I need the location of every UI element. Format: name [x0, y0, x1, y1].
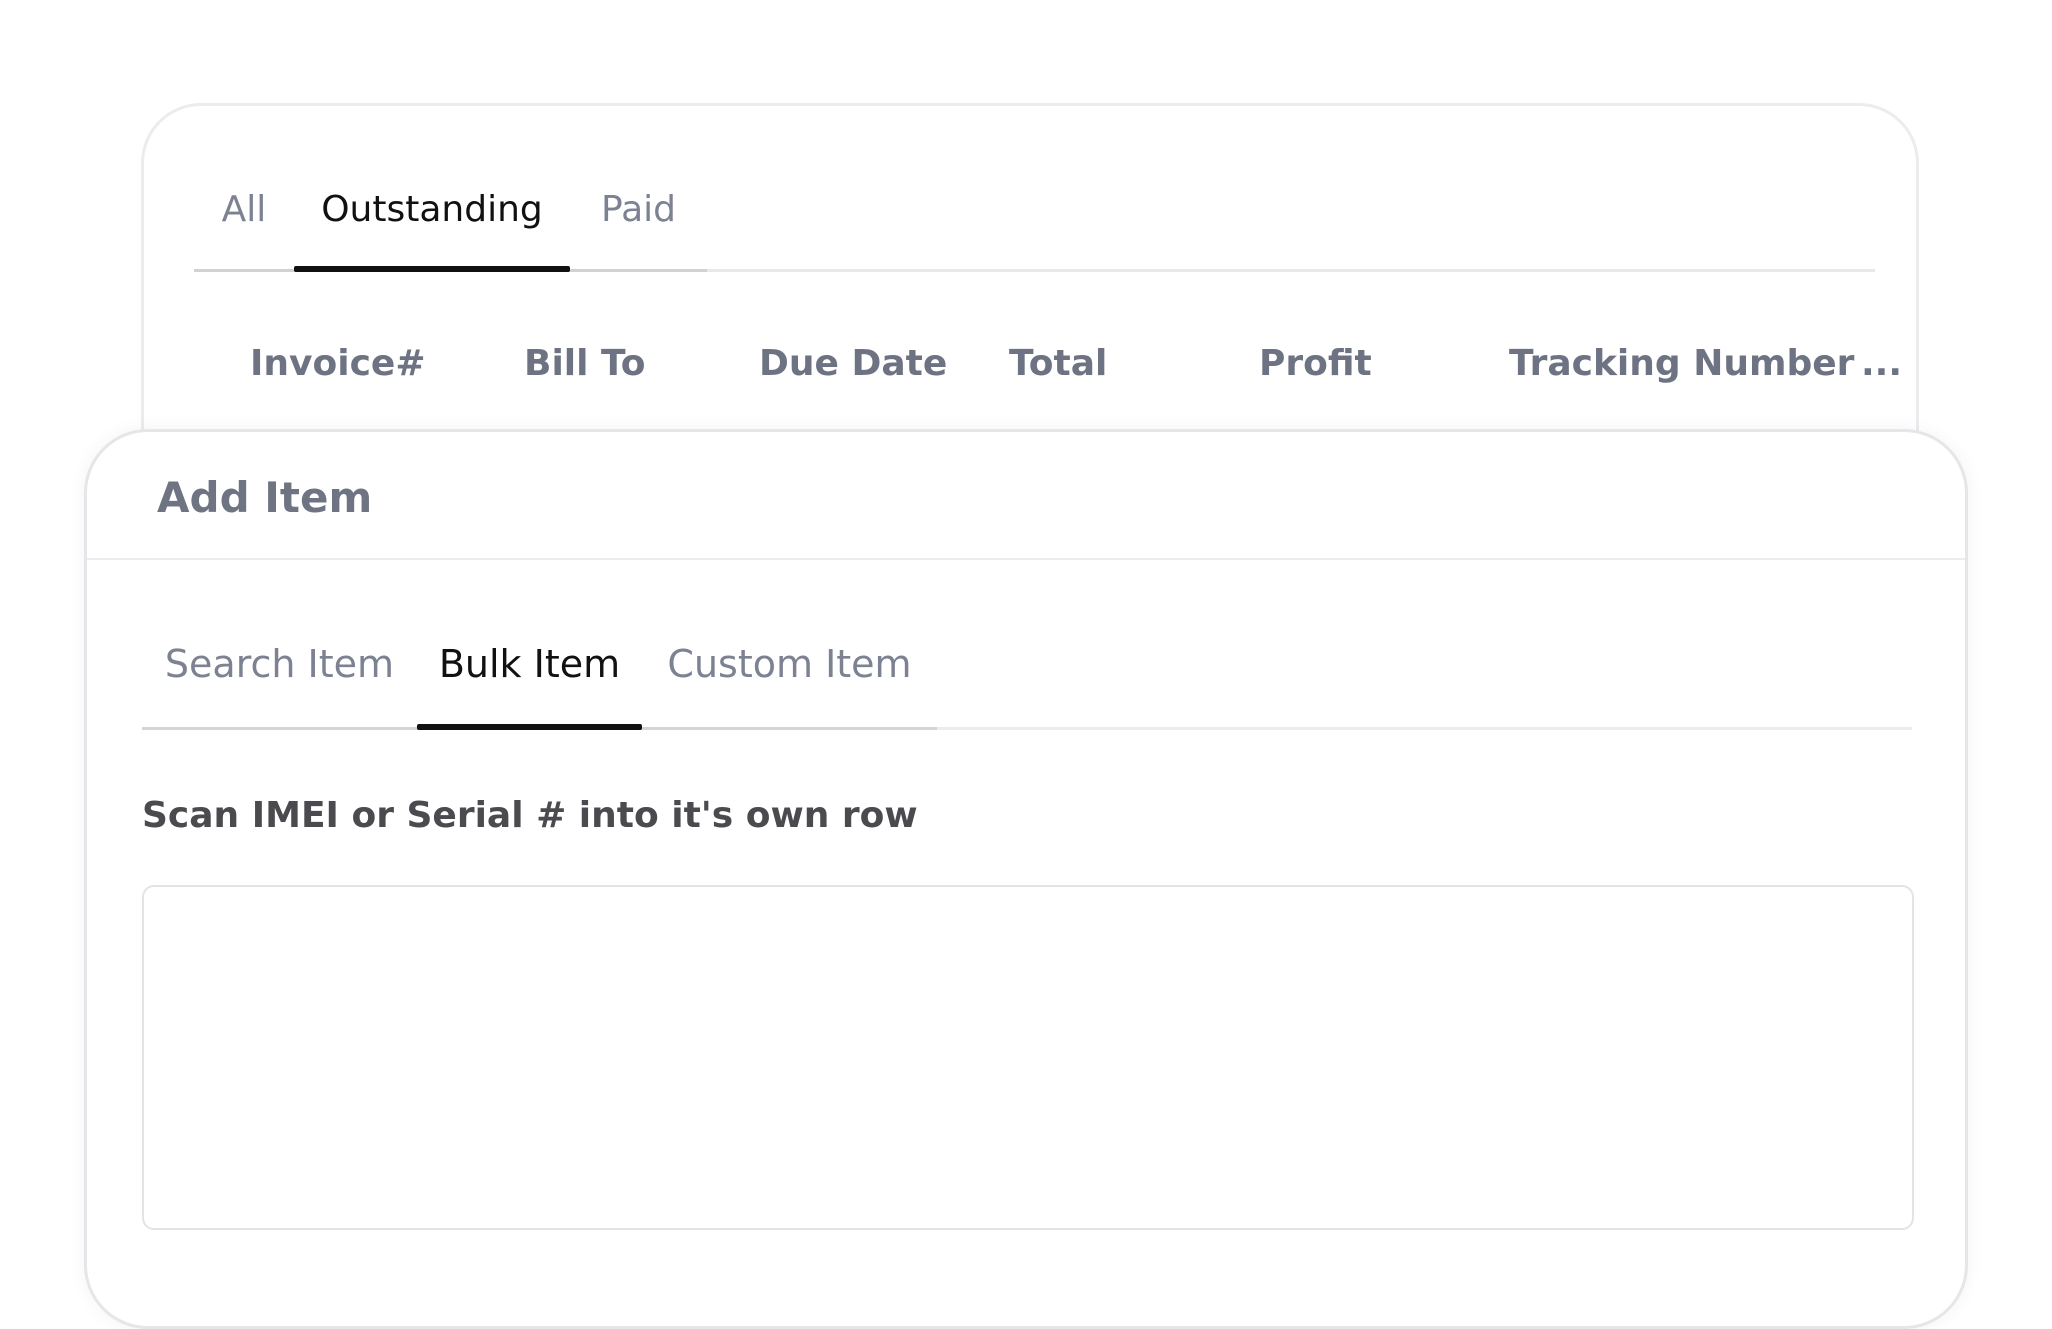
add-item-tabs: Search Item Bulk Item Custom Item — [142, 598, 1912, 730]
scan-instructions-label: Scan IMEI or Serial # into it's own row — [142, 795, 918, 836]
invoice-status-tabs: All Outstanding Paid — [194, 146, 1875, 272]
tab-bulk-item[interactable]: Bulk Item — [417, 598, 642, 730]
tab-paid[interactable]: Paid — [570, 146, 707, 272]
column-header-profit[interactable]: Profit — [1259, 343, 1372, 384]
tab-outstanding[interactable]: Outstanding — [294, 146, 570, 272]
column-header-tracking-number[interactable]: Tracking Number — [1509, 343, 1854, 384]
modal-header: Add Item — [87, 432, 1965, 560]
tab-all[interactable]: All — [194, 146, 294, 272]
column-header-invoice[interactable]: Invoice# — [250, 343, 425, 384]
tab-search-item[interactable]: Search Item — [142, 598, 417, 730]
modal-title: Add Item — [157, 473, 373, 522]
bulk-scan-textarea[interactable] — [142, 885, 1914, 1230]
column-header-bill-to[interactable]: Bill To — [524, 343, 646, 384]
column-header-due-date[interactable]: Due Date — [759, 343, 947, 384]
column-header-total[interactable]: Total — [1009, 343, 1107, 384]
more-columns-button[interactable]: ... — [1861, 343, 1902, 384]
add-item-modal: Add Item Search Item Bulk Item Custom It… — [84, 429, 1968, 1329]
tab-custom-item[interactable]: Custom Item — [642, 598, 937, 730]
